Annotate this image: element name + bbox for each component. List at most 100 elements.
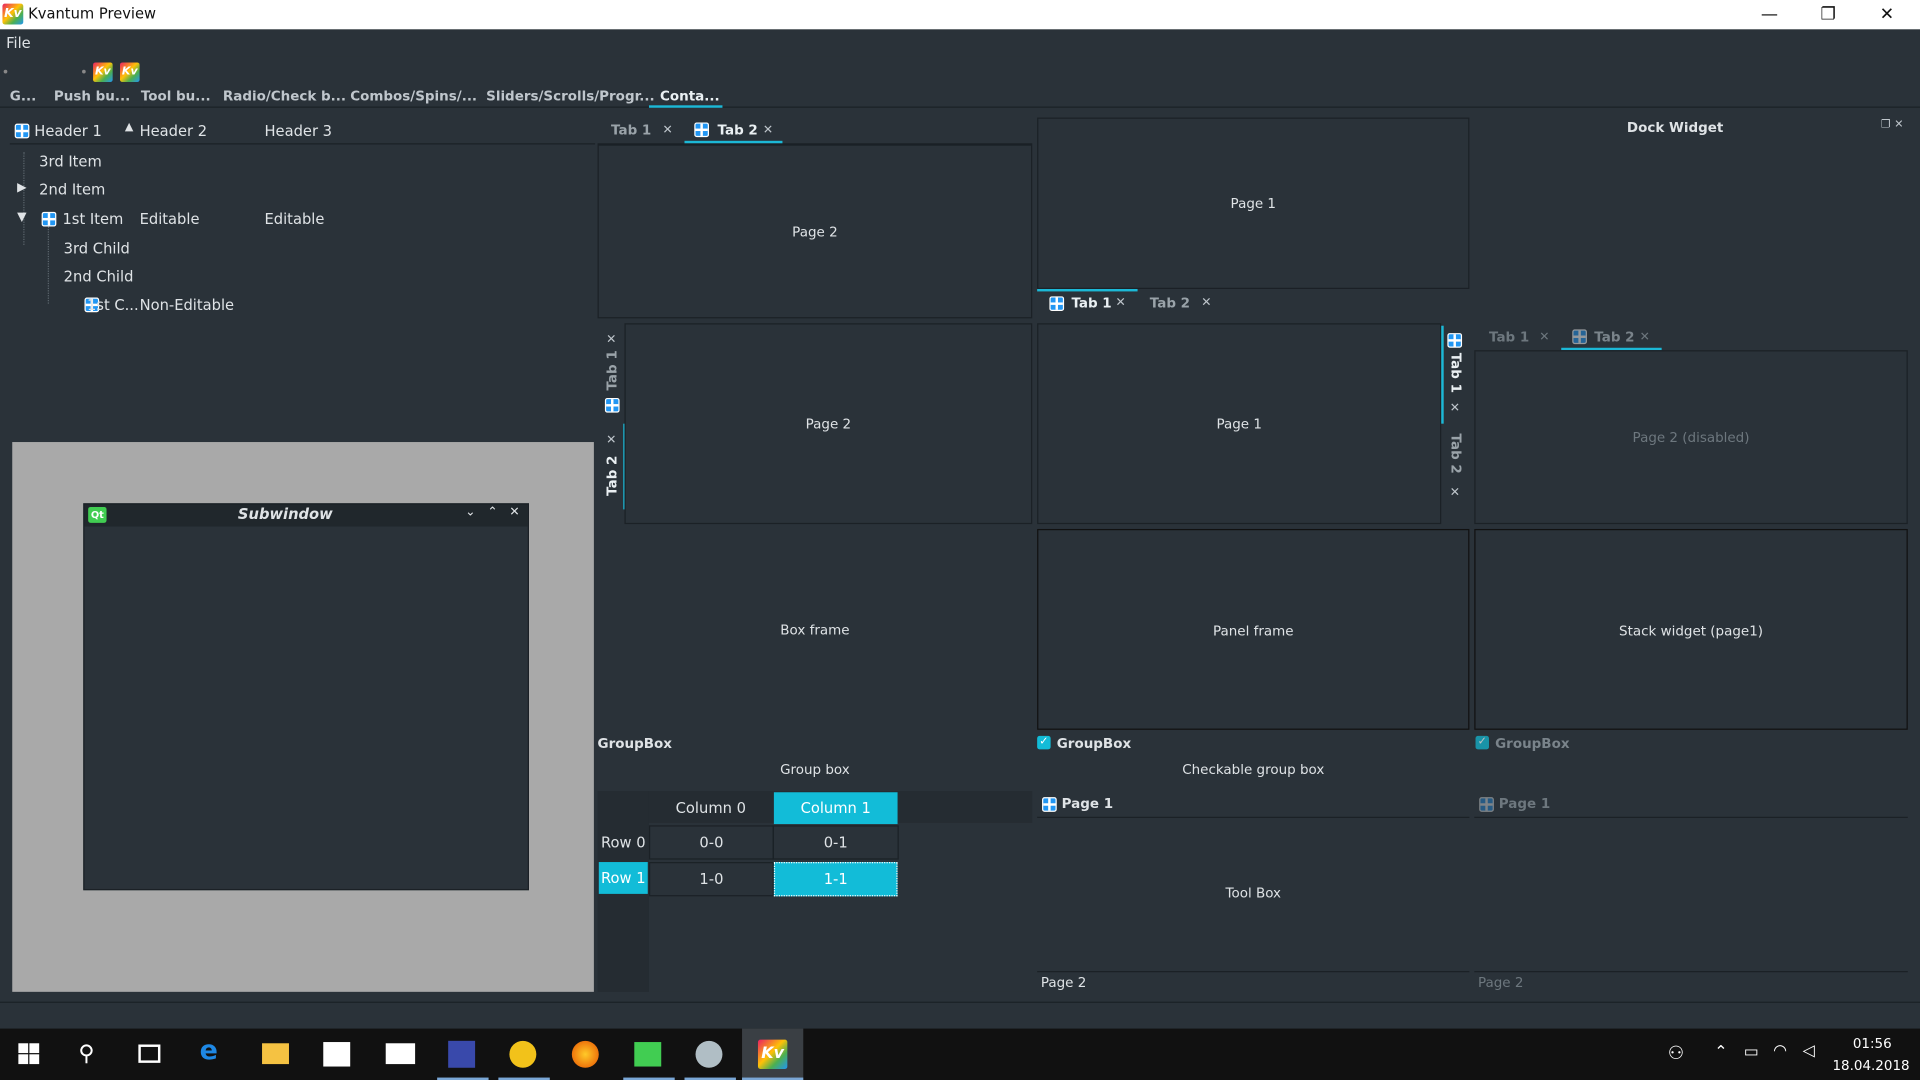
toolbox-page1[interactable]: Page 1: [1062, 796, 1113, 812]
title-bar: Kv Kvantum Preview — ❐ ✕: [0, 0, 1920, 30]
tree-child[interactable]: 3rd Child: [64, 240, 130, 257]
tab-close-icon[interactable]: ✕: [763, 124, 773, 137]
toolbar-handle[interactable]: [3, 69, 8, 74]
toolbox-page1[interactable]: Page 1: [1499, 796, 1550, 812]
windows-start-icon[interactable]: [18, 1043, 40, 1065]
kvantum-icon[interactable]: Kv: [93, 62, 113, 83]
store-icon[interactable]: [323, 1042, 351, 1067]
tab-radio-check[interactable]: Radio/Check b...: [223, 88, 346, 104]
toolbox-page2[interactable]: Page 2: [1041, 975, 1086, 991]
column-header[interactable]: Column 0: [649, 792, 773, 824]
tab-push-buttons[interactable]: Push bu...: [54, 88, 130, 104]
mail-icon[interactable]: [385, 1043, 416, 1065]
maximize-button[interactable]: ❐: [1800, 2, 1856, 26]
wifi-icon[interactable]: ◠: [1773, 1042, 1787, 1060]
tree-item[interactable]: 3rd Item: [39, 153, 102, 170]
tab-e-2[interactable]: Tab 2: [1448, 429, 1464, 478]
tab-combos-spins[interactable]: Combos/Spins/...: [350, 88, 477, 104]
table-cell-selected[interactable]: 1-1: [773, 862, 898, 897]
tree-child[interactable]: 2nd Child: [64, 268, 134, 285]
tree-cell-editable[interactable]: Editable: [140, 211, 200, 228]
tab-d-1[interactable]: Tab 1: [1489, 329, 1529, 345]
table-cell[interactable]: 0-1: [772, 825, 899, 860]
volume-icon[interactable]: ◁: [1802, 1042, 1814, 1060]
groupbox-checkbox[interactable]: ✓: [1037, 735, 1051, 750]
subwindow-maximize-icon[interactable]: ⌃: [487, 506, 497, 519]
tab-close-icon[interactable]: ✕: [606, 433, 616, 446]
tab-close-icon[interactable]: ✕: [606, 333, 616, 346]
toolbox-tab[interactable]: Page 1: [1474, 793, 1908, 818]
toolbox-tab[interactable]: Page 1: [1037, 793, 1470, 818]
dock-float-icon[interactable]: ❐: [1881, 119, 1891, 131]
paint-icon[interactable]: [695, 1040, 723, 1068]
tab-e-1[interactable]: Tab 1: [1448, 348, 1464, 397]
menu-file[interactable]: File: [6, 34, 31, 51]
save-app-icon[interactable]: [448, 1040, 476, 1068]
kvantum-taskbar-icon[interactable]: Kv: [757, 1039, 788, 1069]
tree-cell-editable[interactable]: Editable: [264, 211, 324, 228]
tab-close-icon[interactable]: ✕: [1116, 296, 1126, 309]
battery-icon[interactable]: ▭: [1744, 1043, 1759, 1061]
row-header[interactable]: Row 0: [598, 827, 649, 859]
tab-c-2[interactable]: Tab 2: [1150, 295, 1190, 311]
stack-label: Stack widget (page1): [1619, 623, 1764, 640]
subwindow-close-icon[interactable]: ✕: [509, 506, 519, 519]
tab-c-1[interactable]: Tab 1: [1071, 295, 1111, 311]
tab-tool-buttons[interactable]: Tool bu...: [141, 88, 211, 104]
tab-b-2[interactable]: Tab 2: [604, 451, 620, 500]
subwindow-minimize-icon[interactable]: ⌄: [465, 506, 475, 519]
subwindow-titlebar[interactable]: Qt Subwindow ⌄ ⌃ ✕: [84, 504, 528, 527]
subwindow[interactable]: Qt Subwindow ⌄ ⌃ ✕: [83, 503, 529, 891]
dock-widget: Dock Widget ❐ ✕: [1474, 118, 1907, 289]
tree-child[interactable]: 1st C...: [87, 296, 139, 313]
item-icon: [41, 211, 57, 227]
table-cell[interactable]: 1-0: [648, 862, 774, 897]
app-icon[interactable]: [509, 1040, 537, 1068]
file-explorer-icon[interactable]: [262, 1043, 289, 1065]
table-cell[interactable]: 0-0: [648, 825, 774, 860]
people-icon[interactable]: ⚇: [1668, 1042, 1684, 1064]
tab-d-2[interactable]: Tab 2: [1594, 329, 1634, 345]
clock-date[interactable]: 18.04.2018: [1832, 1058, 1910, 1074]
tab-close-icon[interactable]: ✕: [1450, 402, 1460, 415]
tab-close-icon[interactable]: ✕: [1640, 331, 1650, 344]
collapse-arrow-icon[interactable]: ▼: [17, 211, 26, 224]
minimize-button[interactable]: —: [1741, 2, 1797, 26]
tab-a-1[interactable]: Tab 1: [611, 122, 651, 138]
firefox-icon[interactable]: [571, 1040, 599, 1068]
edge-icon[interactable]: e: [200, 1036, 229, 1067]
toolbox-icon: [1042, 797, 1057, 812]
tab-b-1[interactable]: Tab 1: [604, 346, 620, 395]
tree-header-3[interactable]: Header 3: [264, 122, 332, 139]
clock-time[interactable]: 01:56: [1837, 1036, 1908, 1052]
tab-close-icon[interactable]: ✕: [1450, 486, 1460, 499]
mdi-area: Qt Subwindow ⌄ ⌃ ✕: [12, 442, 594, 992]
tray-chevron-icon[interactable]: ⌃: [1714, 1043, 1727, 1061]
groupbox-body: Group box: [780, 761, 850, 778]
tab-containers[interactable]: Conta...: [660, 88, 720, 104]
dock-close-icon[interactable]: ✕: [1894, 119, 1903, 131]
groupbox-checkbox[interactable]: ✓: [1475, 735, 1489, 750]
row-header-selected[interactable]: Row 1: [598, 862, 648, 894]
tab-general[interactable]: G...: [10, 88, 36, 104]
tree-header-1[interactable]: Header 1: [34, 122, 102, 139]
close-button[interactable]: ✕: [1859, 2, 1915, 26]
tree-item[interactable]: 2nd Item: [39, 181, 105, 198]
expand-arrow-icon[interactable]: ▶: [17, 181, 26, 194]
tab-close-icon[interactable]: ✕: [1201, 296, 1211, 309]
tab-close-icon[interactable]: ✕: [662, 124, 672, 137]
column-header-selected[interactable]: Column 1: [773, 792, 898, 825]
task-view-icon[interactable]: [138, 1044, 161, 1063]
tab-close-icon[interactable]: ✕: [1539, 331, 1549, 344]
qt-creator-icon[interactable]: [634, 1042, 662, 1067]
tab-a-2[interactable]: Tab 2: [718, 122, 758, 138]
groupbox-title: GroupBox: [1056, 735, 1132, 752]
tab-sliders-scrolls[interactable]: Sliders/Scrolls/Progr...: [486, 88, 655, 104]
toolbox-page2[interactable]: Page 2: [1478, 975, 1523, 991]
tree-item[interactable]: 1st Item: [62, 211, 123, 228]
tree-header-2[interactable]: Header 2: [140, 122, 208, 139]
toolbox-tab[interactable]: Page 2: [1474, 971, 1908, 993]
kvantum-icon[interactable]: Kv: [120, 62, 140, 83]
toolbox-tab[interactable]: Page 2: [1037, 971, 1470, 993]
search-icon[interactable]: ⚲: [78, 1041, 107, 1068]
